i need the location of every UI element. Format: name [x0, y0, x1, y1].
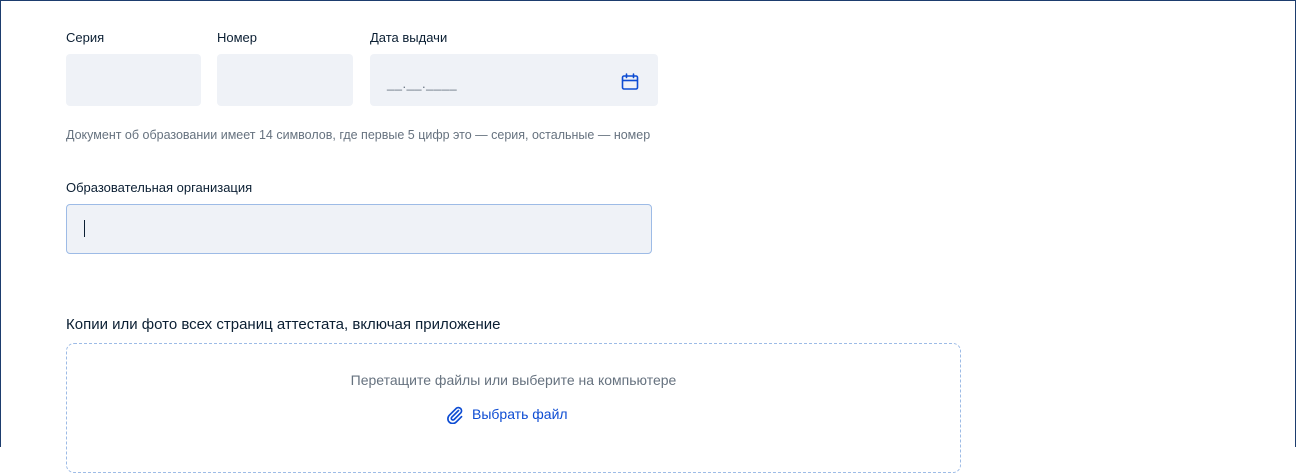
upload-title: Копии или фото всех страниц аттестата, в… [66, 316, 501, 333]
file-dropzone[interactable]: Перетащите файлы или выберите на компьют… [66, 343, 961, 473]
document-form: Серия Номер Дата выдачи __.__.____ Докум… [0, 0, 1296, 473]
number-label: Номер [217, 30, 258, 45]
organization-label: Образовательная организация [66, 180, 253, 195]
issue-date-mask: __.__.____ [387, 76, 458, 91]
series-label: Серия [66, 30, 105, 45]
choose-file-button[interactable]: Выбрать файл [444, 404, 568, 424]
paperclip-icon [447, 406, 463, 424]
organization-input[interactable] [66, 204, 652, 254]
issue-date-label: Дата выдачи [370, 30, 448, 45]
calendar-icon[interactable] [620, 72, 640, 92]
text-caret [84, 220, 85, 237]
issue-date-input[interactable]: __.__.____ [370, 54, 658, 106]
document-number-hint: Документ об образовании имеет 14 символо… [66, 128, 651, 142]
series-input[interactable] [66, 54, 201, 106]
dropzone-text: Перетащите файлы или выберите на компьют… [350, 372, 677, 388]
choose-file-label: Выбрать файл [472, 406, 568, 422]
number-input[interactable] [217, 54, 353, 106]
